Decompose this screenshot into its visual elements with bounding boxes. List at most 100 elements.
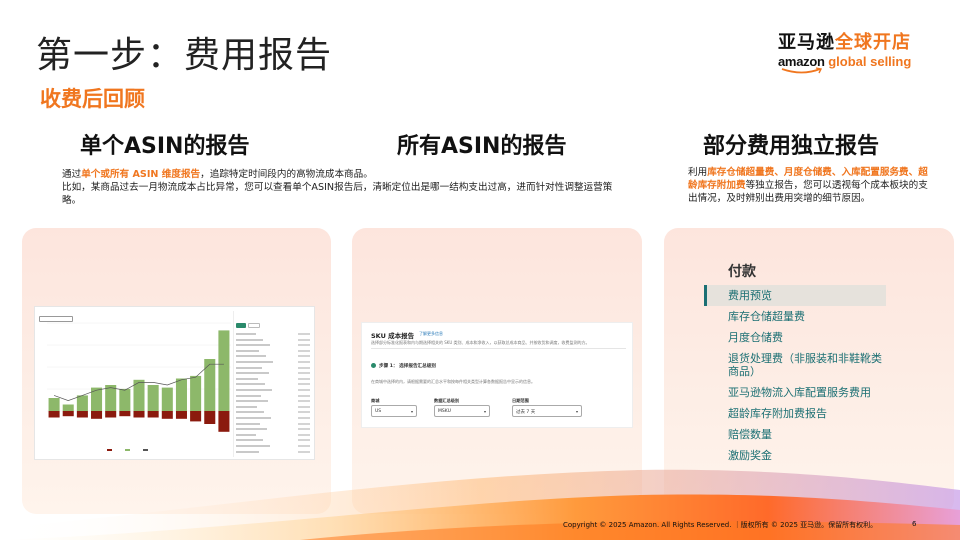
marketplace-select[interactable]: US ▾ (371, 405, 417, 417)
heading-all-asin: 所有ASIN的报告 (397, 134, 567, 159)
panel-row-value (298, 405, 310, 408)
panel-row-label (236, 333, 256, 335)
marketplace-value: US (375, 409, 382, 414)
asin-detail-panel (233, 311, 313, 457)
panel-row-label (236, 400, 268, 403)
payments-menu-title: 付款 (728, 264, 756, 280)
panel-tab-active[interactable] (236, 323, 246, 328)
panel-tab[interactable] (248, 323, 260, 328)
panel-row-value (298, 361, 310, 363)
logo-english: amazon global selling (778, 54, 918, 74)
panel-row-label (236, 389, 272, 391)
logo-chinese: 亚马逊全球开店 (778, 28, 918, 54)
menu-item-aged-inventory[interactable]: 超龄库存附加费报告 (704, 403, 886, 424)
panel-row-value (298, 417, 310, 419)
step-title: 步骤 1： 选择报告汇总级别 (379, 364, 436, 369)
copyright-footer: Copyright © 2025 Amazon. All Rights Rese… (563, 521, 878, 529)
panel-row-value (298, 377, 310, 380)
panel-row-label (236, 405, 257, 408)
chart-bar-negative (190, 411, 202, 422)
panel-row-value (298, 400, 310, 403)
chart-bar-positive (190, 375, 202, 411)
panel-row-value (298, 433, 310, 436)
sku-report-title: SKU 成本报告 (371, 332, 415, 340)
chart-bar-negative (218, 411, 230, 432)
panel-row-label (236, 366, 262, 369)
chevron-down-icon: ▾ (483, 409, 486, 414)
slide-subtitle: 收费后回顾 (40, 87, 145, 111)
panel-row-value (298, 372, 310, 375)
aggregation-value: MSKU (438, 409, 451, 414)
chart-bar-positive (76, 395, 88, 411)
date-range-value: 过去 7 天 (516, 410, 536, 415)
chart-bar-positive (161, 387, 173, 411)
menu-item-monthly-storage[interactable]: 月度仓储费 (704, 327, 886, 348)
panel-row-label (236, 338, 263, 341)
logo-cn-orange: 全球开店 (835, 32, 911, 53)
chart-bar-negative (62, 411, 74, 417)
page-number: 6 (912, 520, 917, 528)
chart-bar-negative (175, 411, 187, 419)
chart-bar-positive (147, 385, 159, 411)
learn-more-link[interactable]: 了解更多信息 (419, 331, 443, 337)
panel-row-label (236, 383, 265, 386)
chart-bar-positive (91, 387, 103, 411)
chart-bar-positive (62, 404, 74, 411)
panel-row-label (236, 355, 266, 358)
desc1-highlight: 单个或所有 ASIN 维度报告 (81, 169, 201, 180)
chart-bar-positive (175, 378, 187, 411)
panel-row-label (236, 361, 273, 363)
chart-bar-negative (91, 411, 103, 419)
step-check-icon (371, 363, 376, 368)
panel-row-label (236, 417, 271, 419)
date-range-label: 日期范围 (512, 398, 529, 403)
panel-row-label (236, 344, 270, 347)
logo-global-selling: global selling (824, 54, 912, 69)
menu-item-returns-processing[interactable]: 退货处理费（非服装和非鞋靴类商品） (704, 348, 886, 382)
amazon-smile-icon (781, 67, 823, 74)
menu-item-storage-overage[interactable]: 库存仓储超量费 (704, 306, 886, 327)
fee-reports-description: 利用库存仓储超量费、月度仓储费、入库配置服务费、超龄库存附加费等独立报告，您可以… (688, 166, 928, 205)
heading-single-asin: 单个ASIN的报告 (80, 134, 250, 159)
chart-bar-positive (218, 330, 230, 411)
sku-report-screenshot: SKU 成本报告 了解更多信息 选择部分标准化报表和内与期选择相关的 SKU 类… (361, 322, 633, 428)
slide-title: 第一步：费用报告 (36, 35, 333, 76)
logo-cn-dark: 亚马逊 (778, 32, 835, 53)
desc1-pre: 通过 (62, 169, 82, 180)
menu-item-inbound-placement[interactable]: 亚马逊物流入库配置服务费用 (704, 382, 886, 403)
desc3-pre: 利用 (688, 167, 708, 178)
chart-bar-negative (204, 411, 216, 424)
payments-menu: 费用预览 库存仓储超量费 月度仓储费 退货处理费（非服装和非鞋靴类商品） 亚马逊… (704, 285, 886, 466)
panel-row-value (298, 333, 310, 335)
panel-row-value (298, 355, 310, 358)
desc1-line2: 比如，某商品过去一月物流成本占比异常，您可以查看单个ASIN报告后，清晰定位出是… (62, 182, 613, 206)
aggregation-select[interactable]: MSKU ▾ (434, 405, 490, 417)
asin-cost-chart (47, 322, 231, 451)
chart-bar-negative (161, 411, 173, 419)
chart-bar-positive (204, 359, 216, 411)
chevron-down-icon: ▾ (410, 409, 413, 414)
divider (371, 348, 626, 349)
date-range-select[interactable]: 过去 7 天 ▾ (512, 405, 582, 417)
asin-report-screenshot (34, 306, 315, 460)
panel-row-label (236, 428, 267, 431)
aggregation-label: 数据汇总级别 (434, 398, 460, 403)
menu-item-fee-preview[interactable]: 费用预览 (704, 285, 886, 306)
panel-row-value (298, 394, 310, 397)
panel-row-value (298, 349, 310, 352)
panel-row-label (236, 422, 260, 425)
panel-row-label (236, 377, 258, 380)
panel-row-value (298, 411, 310, 414)
panel-row-value (298, 428, 310, 431)
step-description: 在商城中选择的内，请根据需要的汇总水平和按每件相关类型计算各数据报告中显示的信息… (371, 379, 535, 384)
heading-fee-reports: 部分费用独立报告 (703, 134, 880, 159)
panel-row-value (298, 366, 310, 369)
panel-row-label (236, 411, 264, 414)
panel-row-value (298, 344, 310, 347)
chart-bar-positive (119, 388, 131, 411)
sku-report-intro: 选择部分标准化报表和内与期选择相关的 SKU 类别、成本和净收入，以获取总成本商… (371, 340, 590, 345)
amazon-global-selling-logo: 亚马逊全球开店 amazon global selling (778, 28, 918, 74)
panel-row-label (236, 349, 259, 352)
chart-bar-negative (76, 411, 88, 418)
marketplace-label: 商城 (371, 398, 380, 403)
